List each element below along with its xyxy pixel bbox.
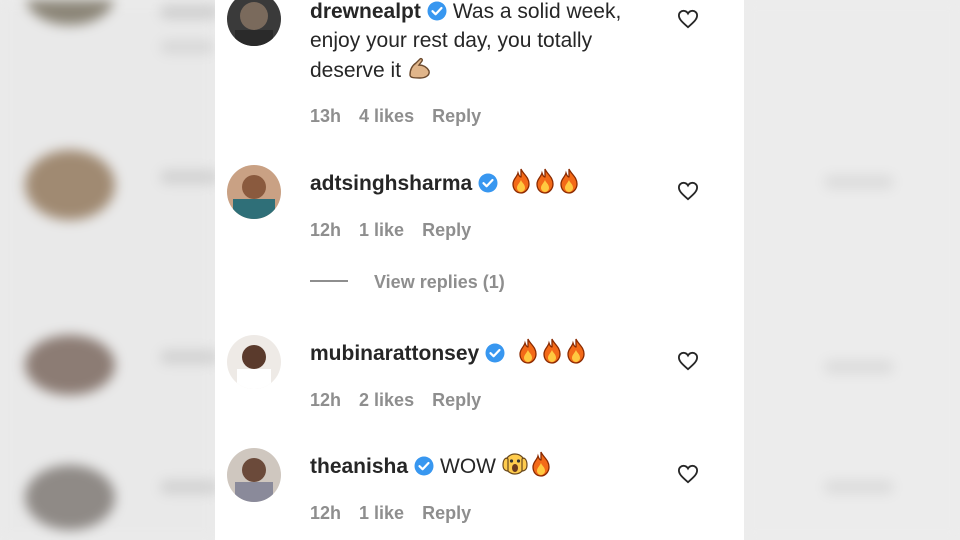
fire-emoji-icon <box>534 168 556 194</box>
heart-icon[interactable] <box>677 351 699 371</box>
screaming-face-emoji-icon <box>502 451 528 477</box>
comment-text: theanisha WOW <box>310 451 650 481</box>
heart-icon[interactable] <box>677 181 699 201</box>
avatar[interactable] <box>227 0 281 46</box>
verified-badge-icon <box>485 342 505 363</box>
fire-emoji-icon <box>510 168 532 194</box>
like-count[interactable]: 4 likes <box>359 106 414 126</box>
fire-emoji-icon <box>565 338 587 364</box>
background-left <box>0 0 220 540</box>
view-replies-line <box>310 280 348 282</box>
comment-age[interactable]: 13h <box>310 106 341 126</box>
view-replies-label: View replies (1) <box>374 272 505 292</box>
fire-emoji-icon <box>530 451 552 477</box>
comment-meta: 13h 4 likes Reply <box>310 106 499 127</box>
heart-icon[interactable] <box>677 9 699 29</box>
fire-emoji-icon <box>541 338 563 364</box>
verified-badge-icon <box>427 0 447 21</box>
comment-text: adtsinghsharma <box>310 168 650 198</box>
fire-emoji-icon <box>558 168 580 194</box>
username[interactable]: drewnealpt <box>310 0 421 23</box>
comment-age[interactable]: 12h <box>310 220 341 240</box>
verified-badge-icon <box>414 455 434 476</box>
username[interactable]: theanisha <box>310 455 408 478</box>
avatar[interactable] <box>227 448 281 502</box>
reply-button[interactable]: Reply <box>432 106 481 126</box>
username[interactable]: mubinarattonsey <box>310 342 479 365</box>
verified-badge-icon <box>478 172 498 193</box>
avatar[interactable] <box>227 165 281 219</box>
comment-meta: 12h 2 likes Reply <box>310 390 499 411</box>
flexed-biceps-emoji-icon <box>407 55 433 81</box>
background-right <box>744 0 960 540</box>
comments-panel: drewnealpt Was a solid week, enjoy your r… <box>215 0 744 540</box>
comment-meta: 12h 1 like Reply <box>310 220 489 241</box>
reply-button[interactable]: Reply <box>432 390 481 410</box>
fire-emoji-icon <box>517 338 539 364</box>
reply-button[interactable]: Reply <box>422 220 471 240</box>
comment-text: drewnealpt Was a solid week, enjoy your r… <box>310 0 622 82</box>
like-count[interactable]: 1 like <box>359 220 404 240</box>
comment-meta: 12h 1 like Reply <box>310 503 489 524</box>
comment-age[interactable]: 12h <box>310 503 341 523</box>
view-replies-button[interactable]: View replies (1) <box>310 272 505 293</box>
avatar[interactable] <box>227 335 281 389</box>
heart-icon[interactable] <box>677 464 699 484</box>
comment-age[interactable]: 12h <box>310 390 341 410</box>
like-count[interactable]: 1 like <box>359 503 404 523</box>
reply-button[interactable]: Reply <box>422 503 471 523</box>
username[interactable]: adtsinghsharma <box>310 172 472 195</box>
like-count[interactable]: 2 likes <box>359 390 414 410</box>
comment-text: mubinarattonsey <box>310 338 650 368</box>
